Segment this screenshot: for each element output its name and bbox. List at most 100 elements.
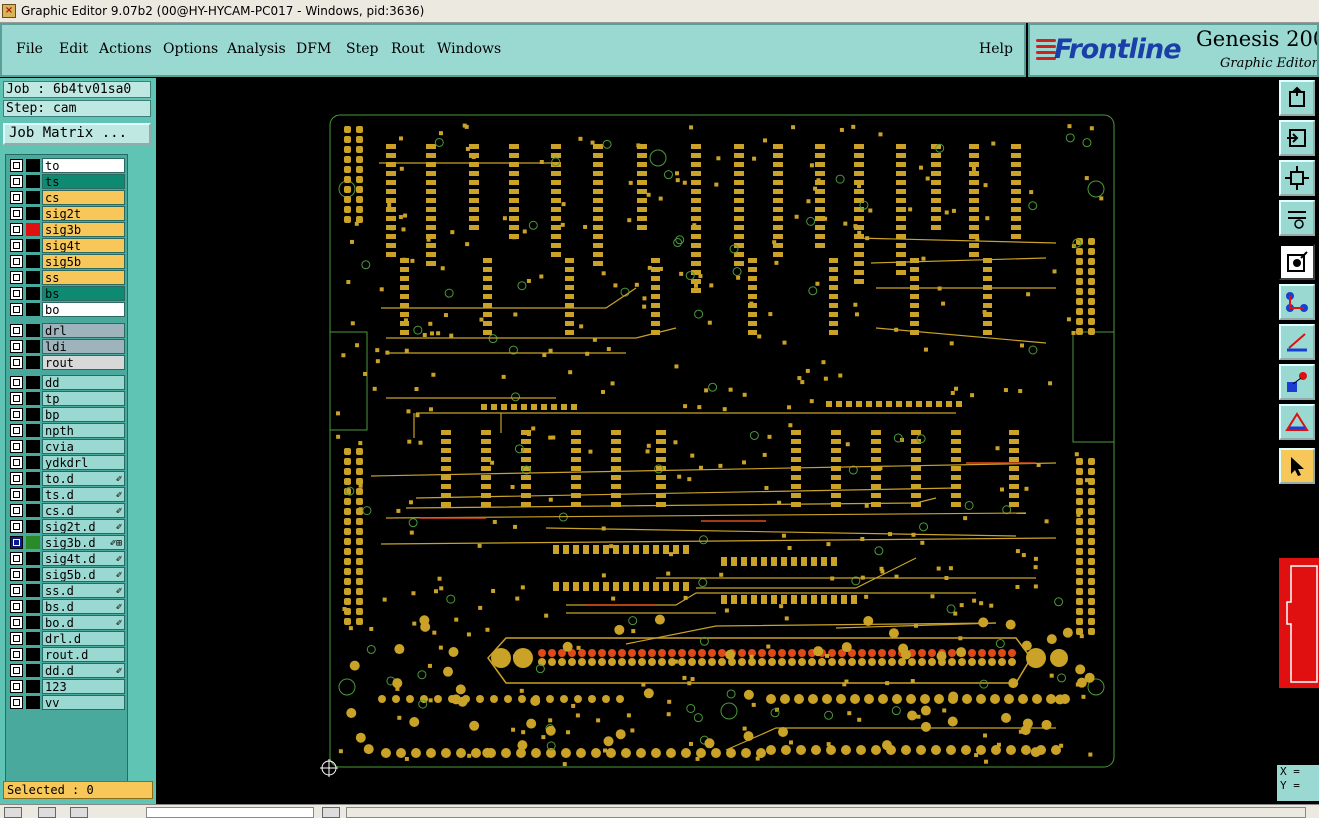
layer-color-swatch[interactable] — [26, 408, 40, 421]
status-button[interactable] — [4, 807, 22, 818]
layer-name[interactable]: dd — [42, 375, 125, 390]
layer-name[interactable]: rout — [42, 355, 125, 370]
layer-row-sig5b-d[interactable]: sig5b.d ✐ — [8, 567, 127, 582]
layer-color-swatch[interactable] — [26, 376, 40, 389]
layer-color-swatch[interactable] — [26, 191, 40, 204]
minimap[interactable] — [1279, 558, 1319, 688]
app-x-icon[interactable]: × — [2, 4, 16, 18]
layer-color-swatch[interactable] — [26, 175, 40, 188]
layer-row-ydkdrl[interactable]: ydkdrl — [8, 455, 127, 470]
layer-name[interactable]: 123 — [42, 679, 125, 694]
status-button[interactable] — [70, 807, 88, 818]
layer-name[interactable]: sig2t.d ✐ — [42, 519, 125, 534]
layer-row-sig4t[interactable]: sig4t — [8, 238, 127, 253]
layer-name[interactable]: bp — [42, 407, 125, 422]
layer-name[interactable]: bo.d ✐ — [42, 615, 125, 630]
layer-name[interactable]: ss — [42, 270, 125, 285]
layer-row-dd[interactable]: dd — [8, 375, 127, 390]
layer-row-ldi[interactable]: ldi — [8, 339, 127, 354]
layer-color-swatch[interactable] — [26, 632, 40, 645]
layer-checkbox[interactable] — [10, 664, 23, 677]
layer-row-tp[interactable]: tp — [8, 391, 127, 406]
layer-row-sig2t[interactable]: sig2t — [8, 206, 127, 221]
layer-checkbox[interactable] — [10, 324, 23, 337]
layer-color-swatch[interactable] — [26, 340, 40, 353]
layer-color-swatch[interactable] — [26, 584, 40, 597]
layer-color-swatch[interactable] — [26, 648, 40, 661]
layer-name[interactable]: ss.d ✐ — [42, 583, 125, 598]
graphic-canvas[interactable] — [156, 78, 1276, 804]
layer-checkbox[interactable] — [10, 239, 23, 252]
layer-color-swatch[interactable] — [26, 520, 40, 533]
layer-row-bs[interactable]: bs — [8, 286, 127, 301]
layer-name[interactable]: npth — [42, 423, 125, 438]
layer-row-rout-d[interactable]: rout.d — [8, 647, 127, 662]
layer-color-swatch[interactable] — [26, 356, 40, 369]
layer-color-swatch[interactable] — [26, 287, 40, 300]
layer-row-ss-d[interactable]: ss.d ✐ — [8, 583, 127, 598]
layer-color-swatch[interactable] — [26, 159, 40, 172]
layer-row-cvia[interactable]: cvia — [8, 439, 127, 454]
layer-row-sig3b-d[interactable]: sig3b.d ✐⊞ — [8, 535, 127, 550]
layer-checkbox[interactable] — [10, 520, 23, 533]
layer-color-swatch[interactable] — [26, 424, 40, 437]
layer-color-swatch[interactable] — [26, 488, 40, 501]
layer-color-swatch[interactable] — [26, 536, 40, 549]
layer-checkbox[interactable] — [10, 287, 23, 300]
layer-checkbox[interactable] — [10, 303, 23, 316]
layer-row-dd-d[interactable]: dd.d ✐ — [8, 663, 127, 678]
layer-color-swatch[interactable] — [26, 271, 40, 284]
layer-color-swatch[interactable] — [26, 324, 40, 337]
layer-color-swatch[interactable] — [26, 456, 40, 469]
layer-name[interactable]: to.d ✐ — [42, 471, 125, 486]
menu-file[interactable]: File — [16, 41, 43, 57]
triangle-tool-icon[interactable] — [1279, 404, 1315, 440]
layer-row-bo-d[interactable]: bo.d ✐ — [8, 615, 127, 630]
layer-row-to-d[interactable]: to.d ✐ — [8, 471, 127, 486]
layer-color-swatch[interactable] — [26, 440, 40, 453]
menu-step[interactable]: Step — [346, 41, 378, 57]
layer-name[interactable]: drl.d — [42, 631, 125, 646]
layer-checkbox[interactable] — [10, 424, 23, 437]
status-button[interactable] — [322, 807, 340, 818]
layer-checkbox[interactable] — [10, 552, 23, 565]
feature-select-icon[interactable] — [1279, 364, 1315, 400]
layer-color-swatch[interactable] — [26, 303, 40, 316]
layer-row-sig4t-d[interactable]: sig4t.d ✐ — [8, 551, 127, 566]
layer-color-swatch[interactable] — [26, 239, 40, 252]
layer-name[interactable]: cvia — [42, 439, 125, 454]
status-button[interactable] — [38, 807, 56, 818]
layer-name[interactable]: tp — [42, 391, 125, 406]
layer-color-swatch[interactable] — [26, 696, 40, 709]
layer-checkbox[interactable] — [10, 632, 23, 645]
layer-color-swatch[interactable] — [26, 472, 40, 485]
layer-checkbox[interactable] — [10, 472, 23, 485]
menu-help[interactable]: Help — [979, 41, 1013, 57]
layer-name[interactable]: sig5b — [42, 254, 125, 269]
layer-row-sig3b[interactable]: sig3b — [8, 222, 127, 237]
layer-name[interactable]: drl — [42, 323, 125, 338]
layer-name[interactable]: sig4t.d ✐ — [42, 551, 125, 566]
layer-color-swatch[interactable] — [26, 504, 40, 517]
layer-checkbox[interactable] — [10, 223, 23, 236]
layer-color-swatch[interactable] — [26, 223, 40, 236]
layer-name[interactable]: to — [42, 158, 125, 173]
layer-checkbox[interactable] — [10, 159, 23, 172]
layer-row-cs[interactable]: cs — [8, 190, 127, 205]
layer-checkbox[interactable] — [10, 440, 23, 453]
connect-icon[interactable] — [1279, 284, 1315, 320]
pcb-view[interactable] — [156, 78, 1276, 804]
pointer-icon[interactable] — [1279, 448, 1315, 484]
layer-color-swatch[interactable] — [26, 664, 40, 677]
job-matrix-button[interactable]: Job Matrix ... — [3, 123, 151, 145]
menu-windows[interactable]: Windows — [437, 41, 501, 57]
layer-checkbox[interactable] — [10, 696, 23, 709]
measure-icon[interactable] — [1279, 200, 1315, 236]
layer-color-swatch[interactable] — [26, 392, 40, 405]
layer-checkbox[interactable] — [10, 600, 23, 613]
layer-checkbox[interactable] — [10, 191, 23, 204]
layer-row-ts-d[interactable]: ts.d ✐ — [8, 487, 127, 502]
layer-checkbox[interactable] — [10, 175, 23, 188]
edit-line-icon[interactable] — [1279, 324, 1315, 360]
menu-analysis[interactable]: Analysis — [227, 41, 286, 57]
